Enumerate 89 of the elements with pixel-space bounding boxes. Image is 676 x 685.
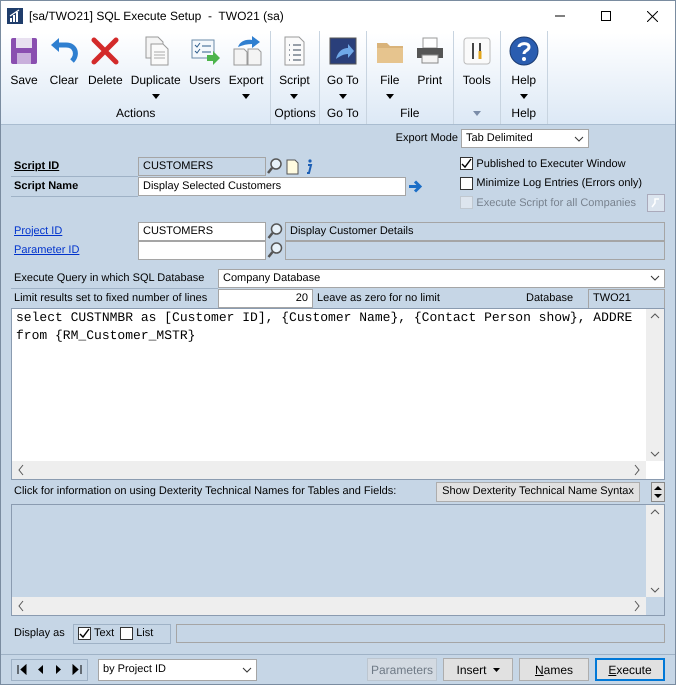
last-icon xyxy=(71,664,82,675)
script-name-field[interactable]: Display Selected Customers xyxy=(138,177,406,196)
check-icon xyxy=(79,628,90,639)
ribbon-button[interactable]: Export xyxy=(224,31,268,104)
description-field: Display Customer Details xyxy=(285,222,665,240)
launcher-icon[interactable] xyxy=(472,111,481,116)
help-icon xyxy=(508,35,540,67)
checkbox[interactable] xyxy=(78,627,91,640)
caret-icon xyxy=(242,94,250,99)
maximize-icon xyxy=(601,11,611,21)
tools-icon xyxy=(460,35,493,67)
caret-icon xyxy=(492,668,500,672)
database-dropdown[interactable]: Company Database xyxy=(218,268,665,288)
caret-icon xyxy=(152,94,160,99)
caret-icon xyxy=(338,94,347,99)
chevron-icon xyxy=(650,275,660,281)
scroll-right-icon[interactable] xyxy=(632,600,642,612)
vertical-scrollbar[interactable] xyxy=(646,504,664,596)
cross-icon xyxy=(89,35,122,67)
parameter-id-link[interactable]: Parameter ID xyxy=(14,244,80,256)
group-label: Help xyxy=(511,106,536,120)
show-syntax-button[interactable]: Show Dexterity Technical Name Syntax xyxy=(436,482,640,502)
check-icon xyxy=(461,158,472,170)
code-line: select CUSTNMBR as [Customer ID], {Customer Name}, {Contact Person show}, ADDRE xyxy=(15,308,634,326)
group-label: File xyxy=(400,106,420,120)
ribbon-button[interactable]: Go To xyxy=(322,31,363,104)
vertical-scrollbar[interactable] xyxy=(646,308,664,460)
caret-icon xyxy=(290,94,298,99)
first-icon xyxy=(17,664,28,675)
checkbox[interactable] xyxy=(460,157,474,170)
chevron-icon xyxy=(242,666,252,672)
field-label: Display as xyxy=(14,627,65,639)
checkbox-label[interactable]: Text xyxy=(94,625,114,642)
app-icon xyxy=(7,8,23,24)
help-text: Click for information on using Dexterity Technical Names for Tables and Fields: xyxy=(13,484,398,499)
ribbon-button[interactable]: Duplicate xyxy=(126,31,185,104)
scroll-left-icon[interactable] xyxy=(16,464,26,476)
checkbox-label[interactable]: Published to Executer Window xyxy=(476,156,626,172)
parameter-id-field[interactable] xyxy=(138,240,266,260)
field-label: Script ID xyxy=(14,160,60,172)
field-label: Export Mode xyxy=(396,131,458,146)
scroll-left-icon[interactable] xyxy=(16,600,26,612)
arrow-box-icon xyxy=(326,35,359,67)
window-title: [sa/TWO21] SQL Execute Setup - TWO21 (sa) xyxy=(29,8,285,25)
ribbon-button[interactable]: Delete xyxy=(84,31,127,104)
export-mode-dropdown[interactable]: Tab Delimited xyxy=(461,129,589,148)
ribbon-button[interactable]: Clear xyxy=(44,31,84,104)
ribbon-button[interactable]: Help xyxy=(504,31,544,104)
group-label: Options xyxy=(274,106,316,120)
ribbon-button[interactable]: Users xyxy=(184,31,225,104)
close-icon xyxy=(646,10,658,22)
script-id-field[interactable]: CUSTOMERS xyxy=(138,157,266,176)
checkbox-label[interactable]: List xyxy=(136,625,154,642)
note-icon[interactable] xyxy=(284,157,301,176)
scroll-right-icon[interactable] xyxy=(632,464,642,476)
search-icon[interactable] xyxy=(266,240,285,260)
action-button[interactable]: Names xyxy=(519,658,589,681)
project-id-field[interactable]: CUSTOMERS xyxy=(138,222,266,240)
search-icon[interactable] xyxy=(266,157,284,176)
chevron-icon xyxy=(574,136,584,142)
field-label: Script Name xyxy=(14,180,78,192)
checkbox[interactable] xyxy=(120,627,134,640)
ribbon-button[interactable]: Print xyxy=(410,31,450,104)
field-label: Execute Query in which SQL Database xyxy=(14,272,204,284)
code-line: from {RM_Customer_MSTR} xyxy=(15,326,196,344)
field-label: Limit results set to fixed number of lines xyxy=(14,292,208,304)
ribbon-button[interactable]: File xyxy=(370,31,410,104)
horizontal-scrollbar[interactable] xyxy=(12,460,646,478)
sql-editor[interactable]: select CUSTNMBR as [Customer ID], {Customer Name}, {Contact Person show}, ADDRE from {RM_Customer_MSTR} xyxy=(11,308,665,480)
caret-icon xyxy=(520,94,528,99)
limit-field[interactable]: 20 xyxy=(218,288,313,308)
checkbox-label[interactable]: Minimize Log Entries (Errors only) xyxy=(476,175,642,192)
field-label: Database xyxy=(526,292,574,304)
checkbox[interactable] xyxy=(460,176,474,190)
action-button[interactable]: Insert xyxy=(443,658,513,681)
group-label: Go To xyxy=(326,106,359,120)
hint-text: Leave as zero for no limit xyxy=(317,292,440,304)
horizontal-scrollbar[interactable] xyxy=(12,596,646,614)
browse-by-dropdown[interactable]: by Project ID xyxy=(98,658,257,680)
search-icon[interactable] xyxy=(266,222,285,240)
ribbon-button[interactable]: Save xyxy=(4,31,44,104)
ribbon-button[interactable]: Script xyxy=(274,31,314,104)
spin-icon[interactable] xyxy=(651,482,665,502)
ribbon-button[interactable]: Tools xyxy=(456,31,497,104)
database-value: TWO21 xyxy=(588,288,665,308)
action-button[interactable]: Execute xyxy=(595,658,665,681)
caret-icon xyxy=(386,94,394,99)
group-label: Actions xyxy=(116,106,156,120)
project-id-link[interactable]: Project ID xyxy=(14,224,62,236)
